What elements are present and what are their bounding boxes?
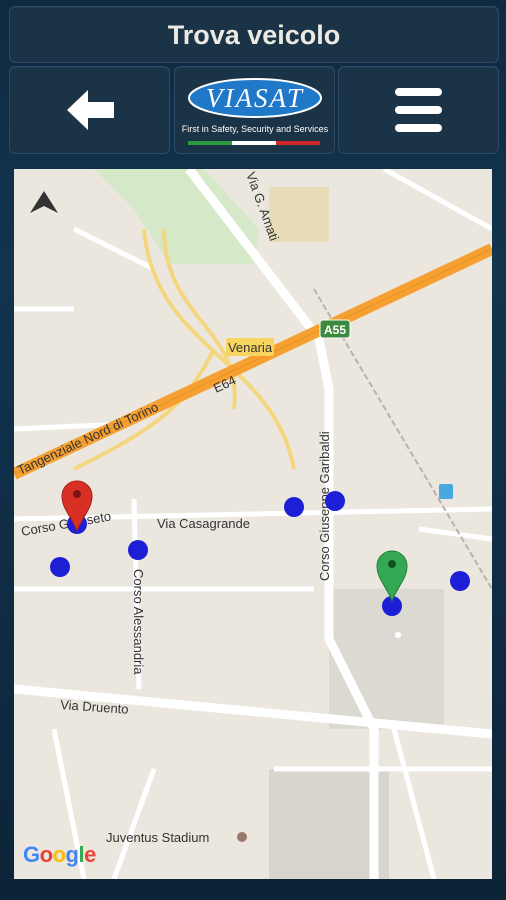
viasat-logo-tile: VIASAT First in Safety, Security and Ser… — [174, 66, 335, 154]
svg-text:VIASAT: VIASAT — [206, 83, 304, 113]
corso-alessandria-label: Corso Alessandria — [131, 569, 146, 675]
stadium-icon — [237, 832, 247, 842]
bus-stop-icon — [439, 484, 453, 499]
via-casagrande-label: Via Casagrande — [157, 516, 250, 531]
vehicle-dot[interactable] — [325, 491, 345, 511]
a55-label: A55 — [324, 323, 346, 337]
vehicle-dot[interactable] — [450, 571, 470, 591]
vehicle-dot[interactable] — [284, 497, 304, 517]
svg-text:First in Safety, Security and: First in Safety, Security and Services — [182, 124, 329, 134]
map-view[interactable]: Via G. Amati Venaria A55 E64 Tangenziale… — [14, 169, 492, 879]
vehicle-dot[interactable] — [128, 540, 148, 560]
compass-icon[interactable] — [30, 191, 58, 213]
menu-button[interactable] — [338, 66, 499, 154]
juventus-stadium-label: Juventus Stadium — [106, 830, 209, 845]
back-button[interactable] — [9, 66, 170, 154]
map-canvas[interactable]: Via G. Amati Venaria A55 E64 Tangenziale… — [14, 169, 492, 879]
hamburger-menu-icon — [395, 88, 442, 132]
page-title: Trova veicolo — [167, 20, 341, 50]
tangenziale-label: Tangenziale Nord di Torino — [15, 399, 161, 478]
arrow-left-icon — [67, 90, 114, 130]
vehicle-dot[interactable] — [50, 557, 70, 577]
venaria-label: Venaria — [228, 340, 273, 355]
viasat-logo: VIASAT First in Safety, Security and Ser… — [182, 78, 329, 145]
title-bar: Trova veicolo — [9, 6, 499, 63]
corso-grosseto-label: Corso Grosseto — [20, 508, 112, 539]
google-attribution: Google — [23, 842, 96, 867]
